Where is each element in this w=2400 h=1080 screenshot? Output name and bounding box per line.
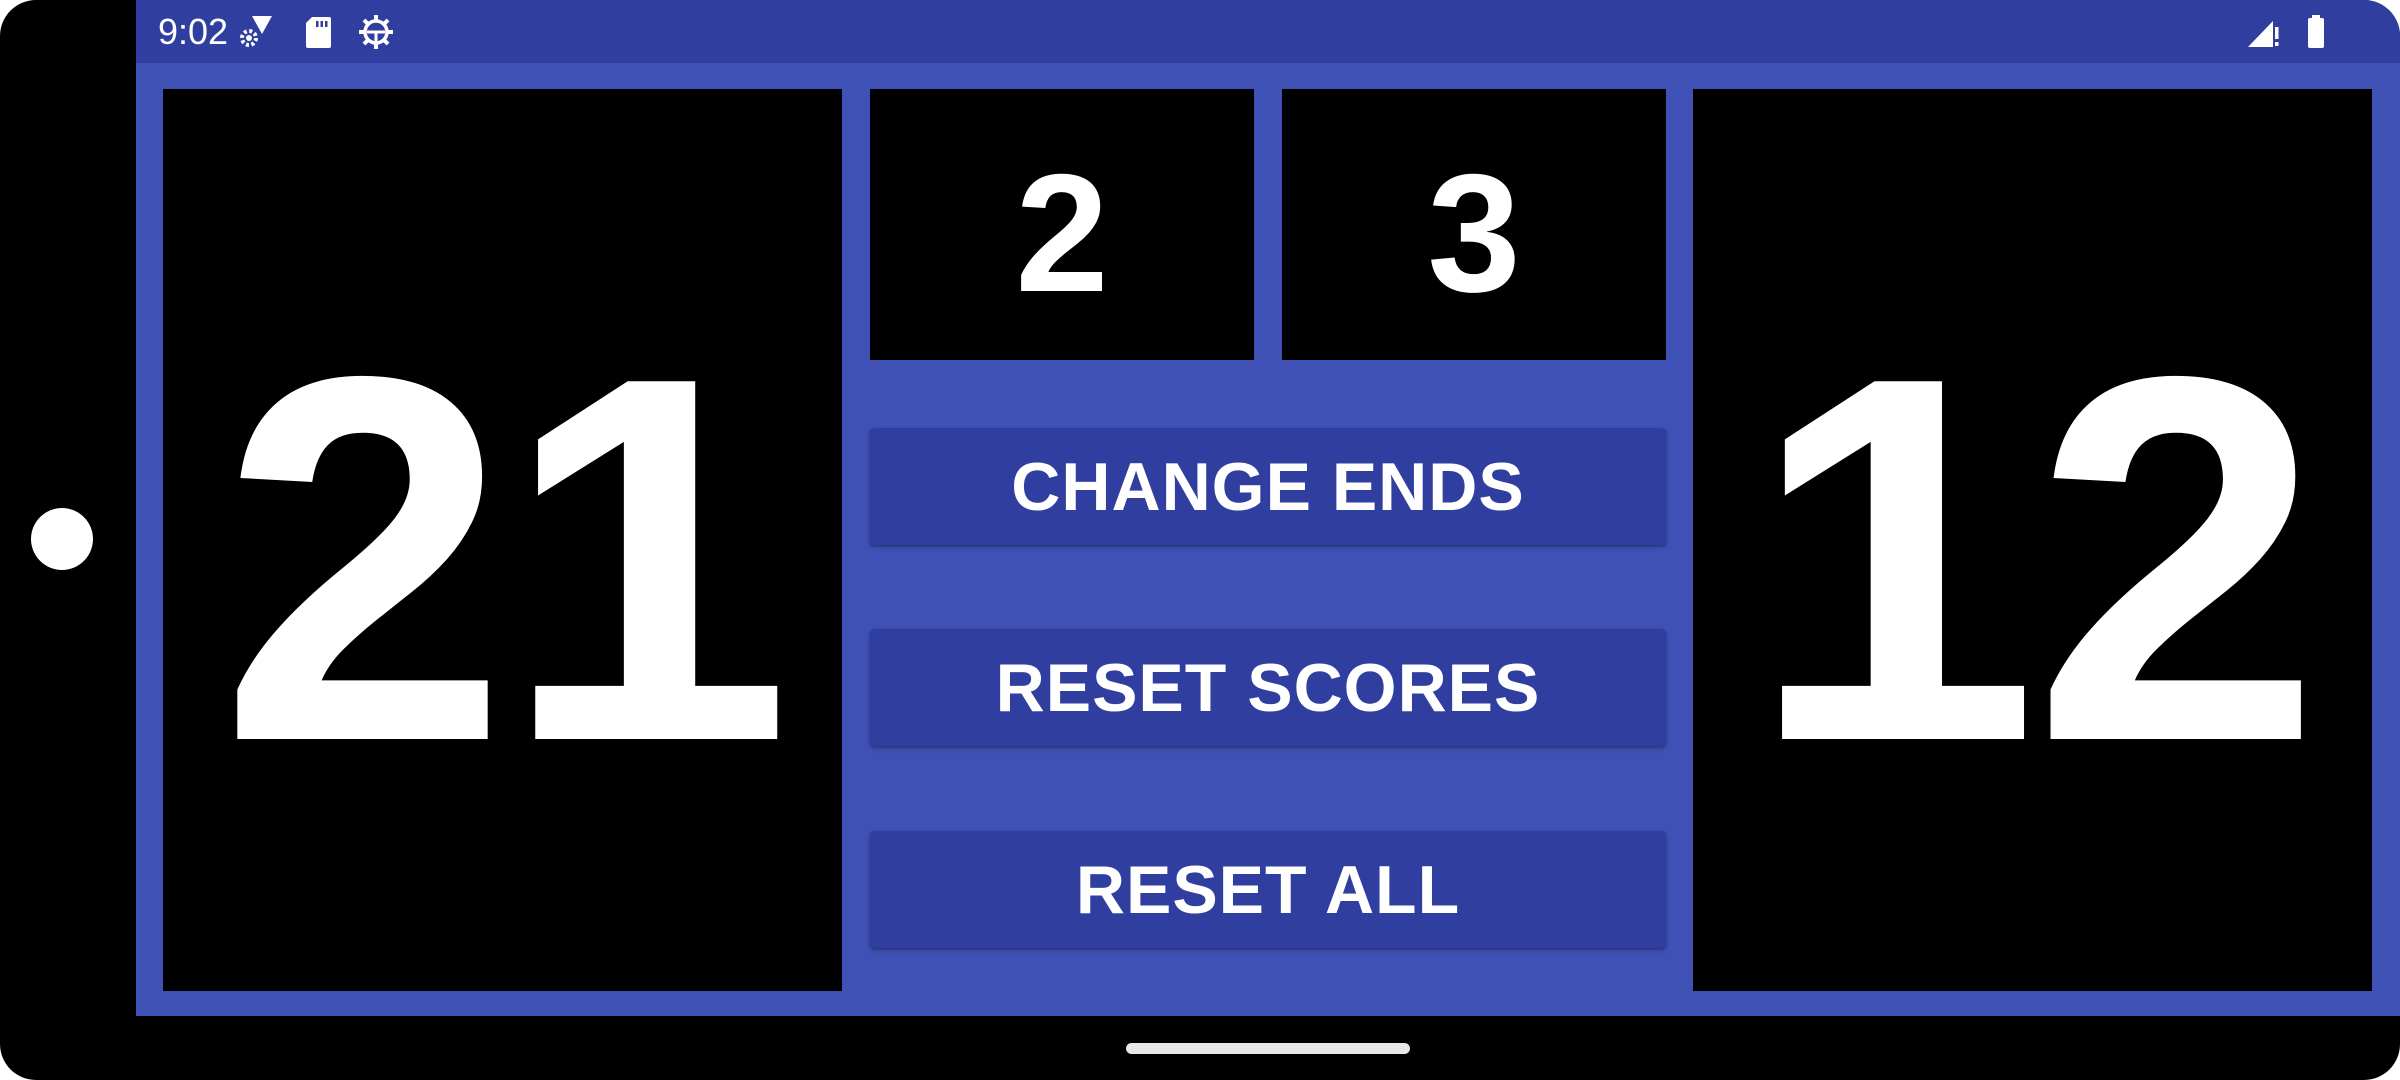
change-ends-button[interactable]: CHANGE ENDS: [870, 428, 1666, 545]
right-games: 3: [1427, 138, 1521, 327]
camera-cutout: [31, 508, 93, 570]
left-games: 2: [1015, 138, 1109, 327]
right-score-panel[interactable]: 12: [1693, 89, 2372, 991]
status-time: 9:02: [158, 11, 229, 52]
reset-all-button[interactable]: RESET ALL: [870, 831, 1666, 948]
reset-scores-button[interactable]: RESET SCORES: [870, 629, 1666, 746]
right-games-panel[interactable]: 3: [1282, 89, 1666, 360]
wifi-settings-icon: [238, 14, 274, 50]
gesture-nav-handle[interactable]: [1126, 1043, 1410, 1054]
left-score-panel[interactable]: 21: [163, 89, 842, 991]
left-score: 21: [219, 269, 791, 850]
android-debug-gear-icon: [358, 14, 394, 50]
sd-card-icon: [300, 14, 336, 50]
app-screen: 9:02 21 2 3 CHANGE ENDS RESET SCORES RES…: [136, 0, 2400, 1016]
device-frame: 9:02 21 2 3 CHANGE ENDS RESET SCORES RES…: [0, 0, 2400, 1080]
left-games-panel[interactable]: 2: [870, 89, 1254, 360]
signal-no-service-icon: [2246, 14, 2282, 50]
right-score: 12: [1749, 269, 2321, 850]
status-bar: 9:02: [136, 0, 2400, 63]
battery-full-icon: [2298, 14, 2334, 50]
